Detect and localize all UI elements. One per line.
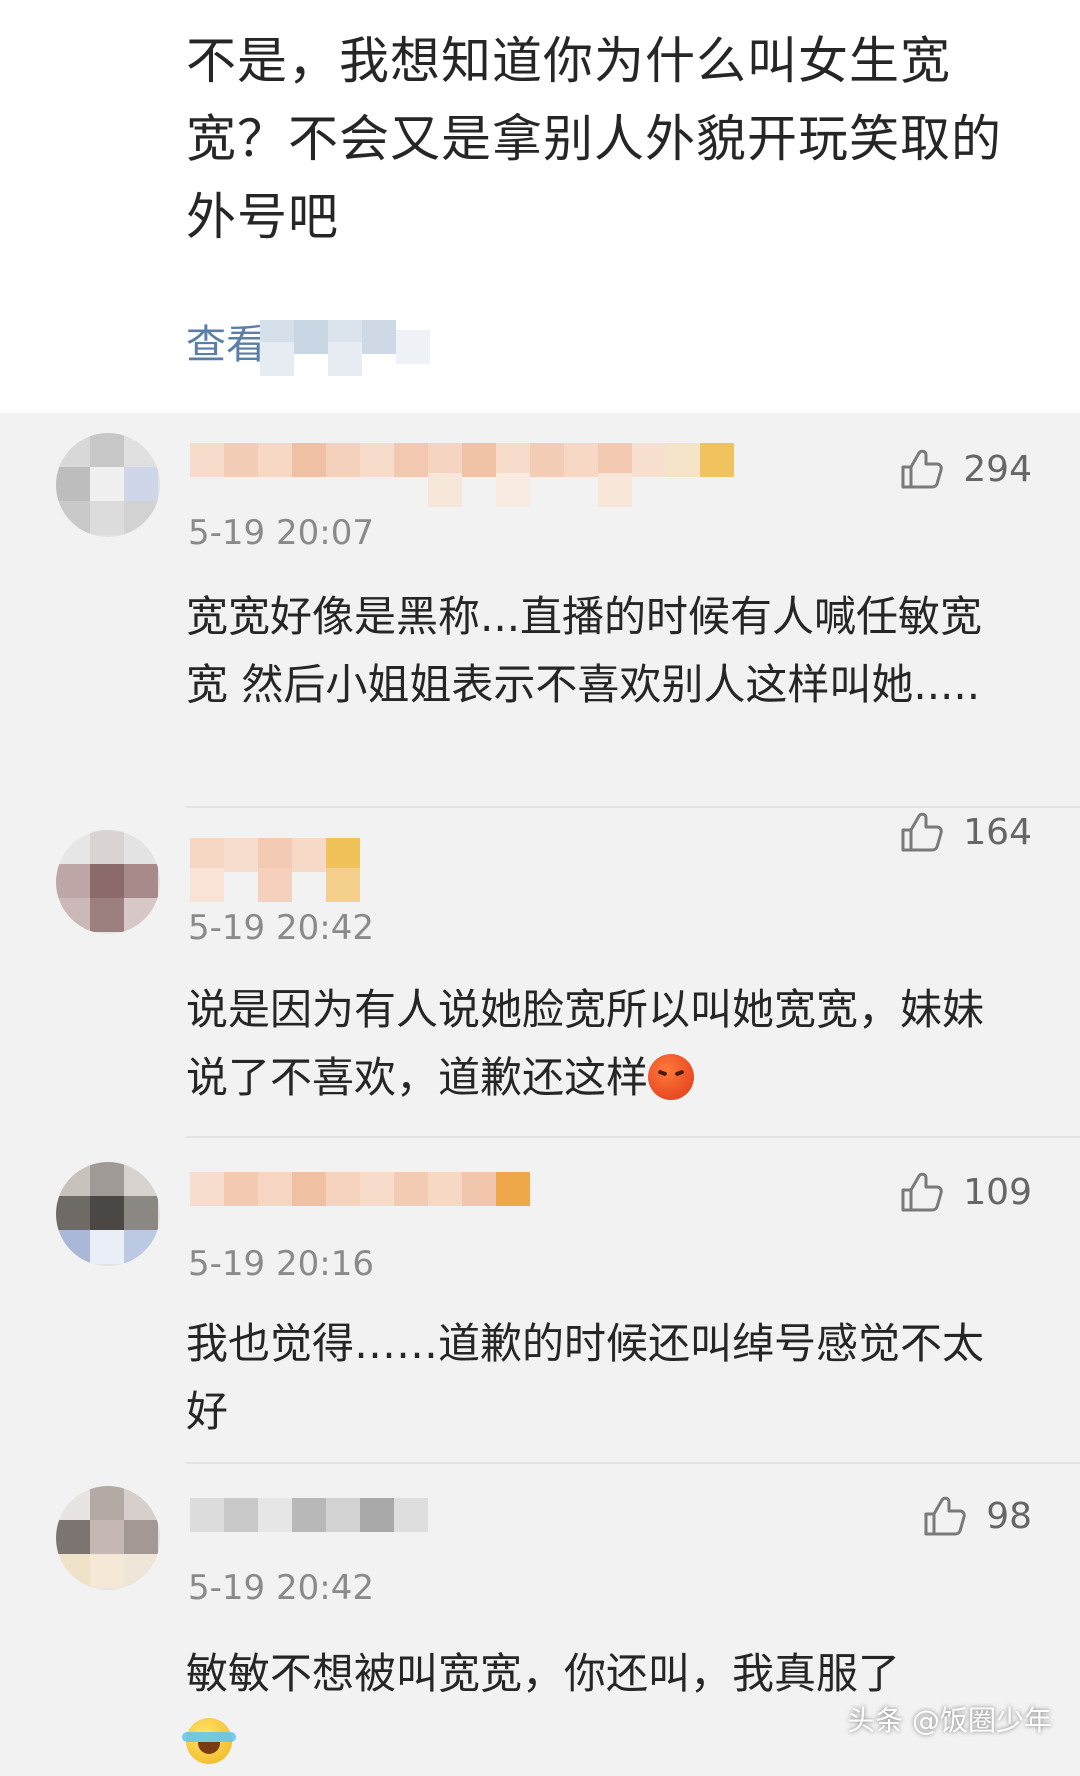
timestamp: 5-19 20:16 bbox=[188, 1244, 374, 1284]
comment-item: 109 5-19 20:16 我也觉得……道歉的时候还叫绰号感觉不太好 bbox=[0, 1138, 1080, 1464]
blurred-username[interactable] bbox=[190, 443, 770, 507]
thumbs-up-icon bbox=[901, 1172, 944, 1212]
comment-text-content: 说是因为有人说她脸宽所以叫她宽宽，妹妹说了不喜欢，道歉还这样 bbox=[186, 985, 985, 1102]
thumbs-up-icon bbox=[901, 449, 944, 489]
timestamp: 5-19 20:42 bbox=[188, 908, 374, 948]
view-more-link[interactable]: 查看 bbox=[186, 320, 266, 370]
timestamp: 5-19 20:07 bbox=[188, 513, 374, 553]
top-comment-text: 不是，我想知道你为什么叫女生宽宽？不会又是拿别人外貌开玩笑取的外号吧 bbox=[186, 32, 1002, 246]
like-button[interactable]: 294 bbox=[897, 439, 1032, 499]
like-button[interactable]: 109 bbox=[897, 1162, 1032, 1222]
angry-face-icon bbox=[648, 1054, 695, 1100]
comment-text: 宽宽好像是黑称...直播的时候有人喊任敏宽宽 然后小姐姐表示不喜欢别人这样叫她.… bbox=[186, 592, 983, 709]
avatar[interactable] bbox=[56, 830, 160, 934]
thumbs-up-icon bbox=[924, 1496, 966, 1536]
like-count: 98 bbox=[986, 1495, 1032, 1537]
blurred-username[interactable] bbox=[190, 1172, 550, 1222]
like-count: 294 bbox=[963, 448, 1032, 490]
comment-text: 说是因为有人说她脸宽所以叫她宽宽，妹妹说了不喜欢，道歉还这样 bbox=[186, 976, 1016, 1112]
like-button[interactable]: 98 bbox=[920, 1486, 1032, 1546]
blurred-username[interactable] bbox=[190, 838, 450, 902]
watermark: 头条 @饭圈少年 bbox=[847, 1704, 1052, 1737]
comment-text-content: 敏敏不想被叫宽宽，你还叫，我真服了 bbox=[186, 1649, 901, 1698]
timestamp: 5-19 20:42 bbox=[188, 1568, 374, 1608]
comment-item: 164 5-19 20:42 说是因为有人说她脸宽所以叫她宽宽，妹妹说了不喜欢，… bbox=[0, 808, 1080, 1138]
avatar[interactable] bbox=[56, 1486, 160, 1590]
comment-text: 我也觉得……道歉的时候还叫绰号感觉不太好 bbox=[186, 1319, 985, 1436]
top-comment: 不是，我想知道你为什么叫女生宽宽？不会又是拿别人外貌开玩笑取的外号吧 查看 bbox=[0, 0, 1080, 413]
view-more-label: 查看 bbox=[186, 322, 266, 368]
blurred-username[interactable] bbox=[190, 1498, 450, 1548]
thumbs-up-icon bbox=[901, 812, 944, 852]
blurred-username bbox=[260, 320, 460, 376]
like-button[interactable]: 164 bbox=[897, 802, 1032, 862]
like-count: 109 bbox=[963, 1171, 1032, 1213]
avatar[interactable] bbox=[56, 433, 160, 537]
crying-laughing-face-icon bbox=[182, 1718, 236, 1764]
avatar[interactable] bbox=[56, 1162, 160, 1266]
comment-item: 294 5-19 20:07 宽宽好像是黑称...直播的时候有人喊任敏宽宽 然后… bbox=[0, 413, 1080, 808]
like-count: 164 bbox=[963, 811, 1032, 853]
